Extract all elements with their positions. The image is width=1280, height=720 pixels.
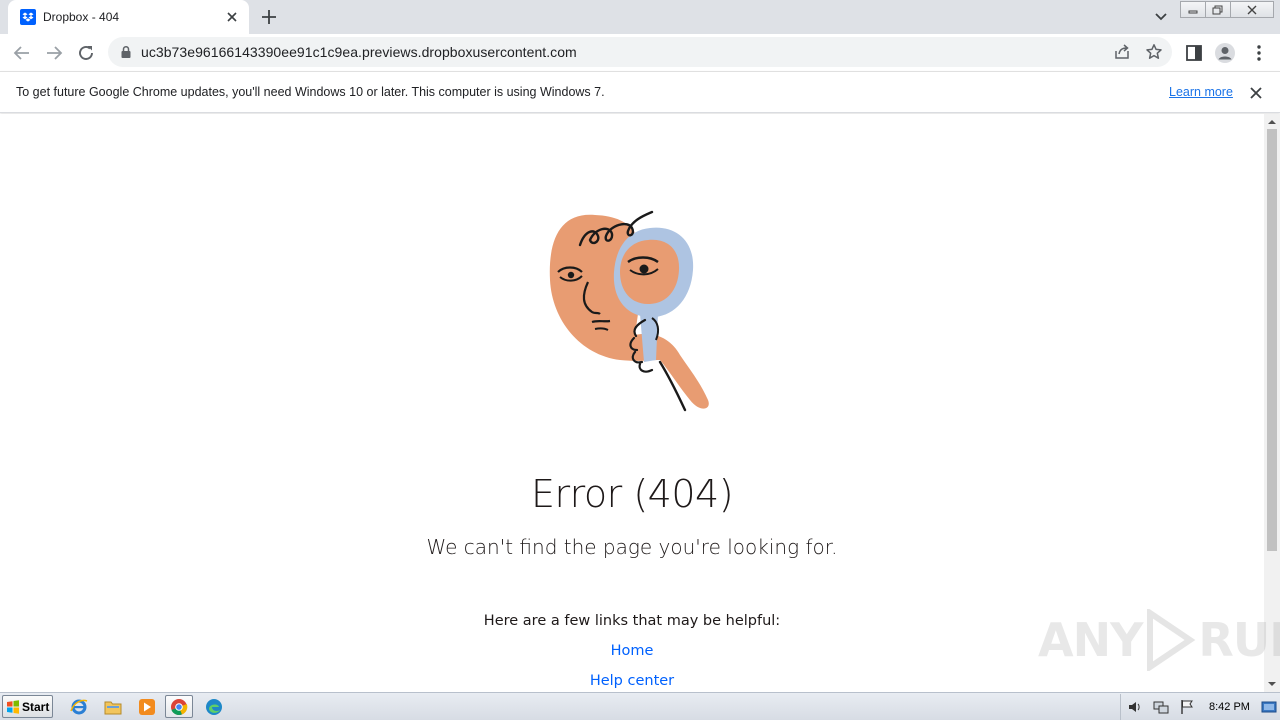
media-player-icon [139,698,155,715]
start-label: Start [22,700,50,714]
close-tab-icon[interactable] [224,9,240,25]
reload-icon[interactable] [75,42,97,64]
minimize-button[interactable] [1180,1,1206,18]
browser-tab[interactable]: Dropbox - 404 [8,0,249,34]
taskbar-chrome-button[interactable] [165,695,193,718]
speaker-icon[interactable] [1127,699,1143,715]
home-link[interactable]: Home [611,643,654,659]
close-icon[interactable] [1248,85,1264,101]
dropbox-icon [20,9,36,25]
scroll-thumb[interactable] [1267,129,1277,551]
share-icon[interactable] [1113,43,1131,61]
learn-more-link[interactable]: Learn more [1169,85,1233,99]
page-subtitle: We can't find the page you're looking fo… [426,535,838,559]
taskbar-clock[interactable]: 8:42 PM [1209,701,1250,713]
page-title: Error (404) [530,472,734,516]
new-tab-icon[interactable] [259,7,279,27]
taskbar-edge-button[interactable] [200,695,228,718]
tab-strip: Dropbox - 404 [0,0,1280,34]
back-arrow-icon[interactable] [11,42,33,64]
bookmark-star-icon[interactable] [1145,43,1163,61]
show-desktop-icon[interactable] [1261,699,1277,715]
update-infobar: To get future Google Chrome updates, you… [0,71,1280,113]
anyrun-watermark: ANY RUN [1038,606,1280,674]
play-logo-icon [1147,609,1196,671]
internet-explorer-icon [70,699,88,714]
infobar-message: To get future Google Chrome updates, you… [16,85,605,99]
address-bar[interactable]: uc3b73e96166143390ee91c1c9ea.previews.dr… [108,37,1172,67]
windows-flag-icon [7,700,19,714]
profile-avatar-icon[interactable] [1214,42,1236,64]
watermark-left: ANY [1038,613,1143,667]
restore-button[interactable] [1205,1,1231,18]
watermark-right: RUN [1198,613,1280,667]
taskbar-ie-button[interactable] [65,695,93,718]
taskbar-explorer-button[interactable] [99,695,127,718]
chevron-down-icon[interactable] [1151,8,1171,26]
window-controls [1180,1,1274,19]
forward-arrow-icon[interactable] [43,42,65,64]
magnifier-face-illustration [549,210,709,412]
url-text[interactable]: uc3b73e96166143390ee91c1c9ea.previews.dr… [141,44,577,60]
action-center-flag-icon[interactable] [1179,699,1195,715]
chrome-icon [171,698,188,715]
start-button[interactable]: Start [2,695,53,718]
minimize-icon [1188,10,1198,13]
network-icon[interactable] [1153,699,1169,715]
taskbar-media-button[interactable] [133,695,161,718]
menu-kebab-icon[interactable] [1248,42,1270,64]
side-panel-icon[interactable] [1183,42,1205,64]
system-tray: 8:42 PM [1120,694,1280,720]
scroll-up-arrow-icon[interactable] [1268,118,1276,126]
scroll-down-arrow-icon[interactable] [1268,680,1276,688]
help-center-link[interactable]: Help center [590,673,674,689]
close-window-icon [1247,5,1257,14]
help-center-link-row: Help center [0,673,1264,689]
windows-taskbar: Start 8:42 PM [0,692,1280,720]
close-window-button[interactable] [1230,1,1274,18]
browser-toolbar: uc3b73e96166143390ee91c1c9ea.previews.dr… [0,34,1280,71]
restore-icon [1212,5,1223,14]
folder-icon [104,701,122,714]
lock-icon[interactable] [120,45,132,59]
edge-icon [206,698,222,715]
tab-title: Dropbox - 404 [43,10,120,24]
